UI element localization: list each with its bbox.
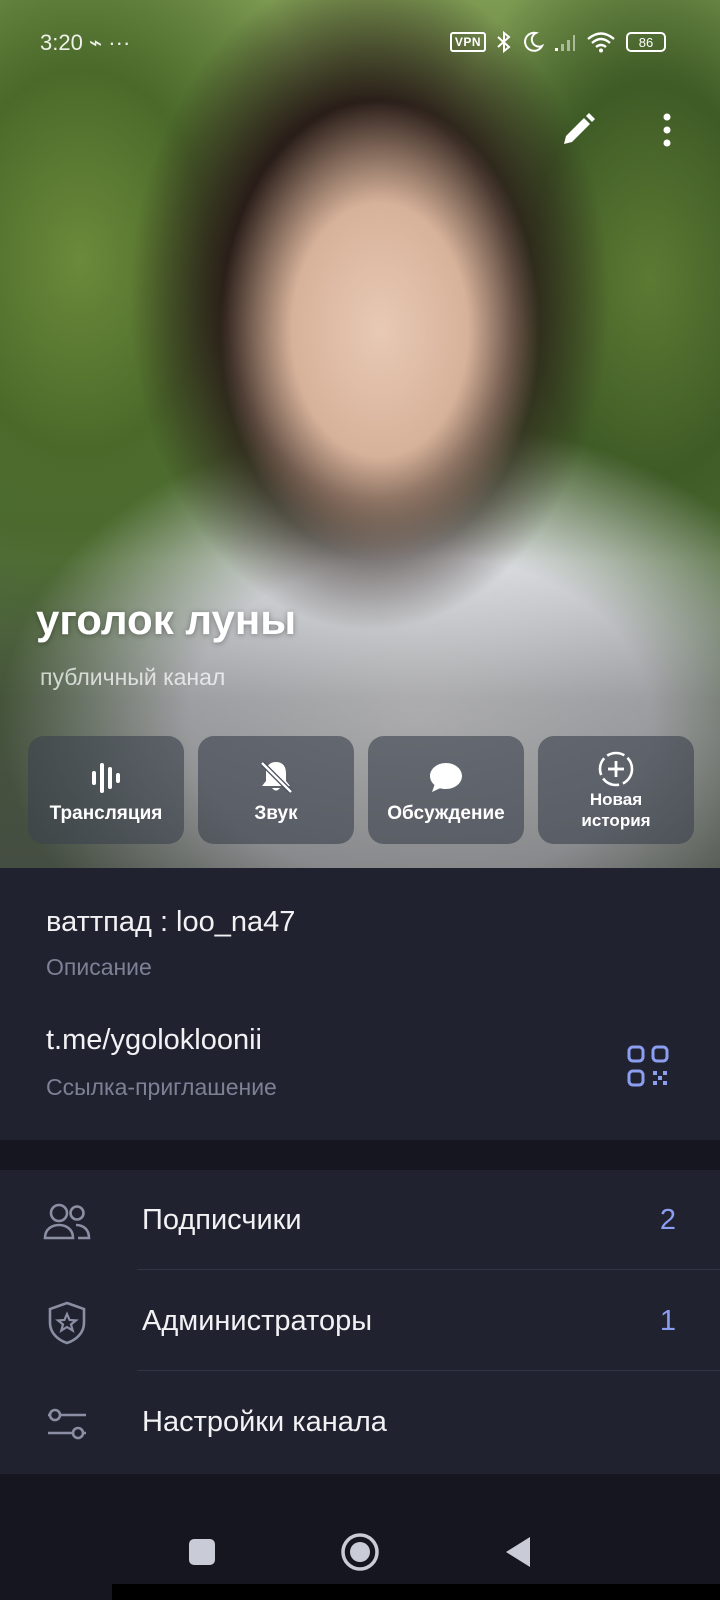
divider [137, 1370, 720, 1371]
moon-icon [524, 31, 544, 52]
subscribers-icon [43, 1203, 91, 1240]
pencil-icon [564, 113, 595, 144]
menu-item-subscribers[interactable]: Подписчики 2 [0, 1170, 720, 1270]
status-bar: 3:20 ⌁ ··· VPN 86 [0, 28, 720, 62]
wifi-icon [587, 32, 615, 53]
description-label: Описание [46, 954, 152, 980]
description-value[interactable]: ваттпад : loo_na47 [46, 906, 295, 939]
divider [137, 1269, 720, 1270]
home-button[interactable] [336, 1528, 384, 1576]
discussion-button[interactable]: Обсуждение [368, 736, 524, 844]
menu-item-channel-settings[interactable]: Настройки канала [0, 1372, 720, 1472]
add-story-icon [598, 751, 634, 787]
subscribers-count: 2 [659, 1204, 676, 1236]
new-story-button[interactable]: Новая история [538, 736, 694, 844]
recent-apps-button[interactable] [178, 1528, 226, 1576]
more-options-button[interactable] [652, 110, 682, 150]
admin-shield-icon [48, 1301, 86, 1345]
status-time: 3:20 ⌁ ··· [40, 30, 131, 55]
channel-type: публичный канал [40, 664, 226, 690]
signal-icon [555, 35, 575, 51]
channel-info: ваттпад : loo_na47 Описание t.me/ygolokl… [0, 868, 720, 1140]
status-icons: VPN 86 [449, 30, 666, 54]
live-stream-icon [92, 763, 120, 793]
mute-button[interactable]: Звук [198, 736, 354, 844]
menu-item-administrators[interactable]: Администраторы 1 [0, 1271, 720, 1371]
bluetooth-icon [497, 30, 511, 54]
more-vertical-icon [663, 113, 671, 147]
channel-title: уголок луны [36, 596, 297, 643]
section-gap [0, 1474, 720, 1504]
battery-indicator: 86 [626, 32, 666, 52]
live-stream-button[interactable]: Трансляция [28, 736, 184, 844]
new-story-label-line2: история [581, 811, 651, 830]
square-icon [189, 1539, 215, 1565]
administrators-count: 1 [659, 1305, 676, 1337]
mute-label: Звук [254, 803, 298, 824]
qr-code-icon [627, 1045, 669, 1087]
settings-sliders-icon [48, 1408, 86, 1440]
channel-actions: Трансляция Звук Обсуждение Новая история [28, 736, 694, 844]
back-button[interactable] [494, 1528, 542, 1576]
gesture-strip [112, 1584, 720, 1600]
section-gap [0, 1140, 720, 1170]
administrators-label: Администраторы [142, 1305, 373, 1337]
invite-link-value[interactable]: t.me/ygolokloonii [46, 1024, 262, 1057]
channel-menu: Подписчики 2 Администраторы 1 Настройки … [0, 1170, 720, 1474]
subscribers-label: Подписчики [142, 1204, 302, 1236]
back-triangle-icon [506, 1537, 530, 1567]
invite-link-label: Ссылка-приглашение [46, 1074, 277, 1100]
live-stream-label: Трансляция [49, 803, 163, 824]
new-story-label-line1: Новая [589, 790, 643, 809]
vpn-badge: VPN [449, 32, 486, 52]
circle-icon [341, 1533, 379, 1571]
qr-code-button[interactable] [626, 1044, 670, 1088]
channel-settings-label: Настройки канала [142, 1406, 387, 1438]
discussion-label: Обсуждение [387, 803, 505, 824]
chat-bubble-icon [430, 763, 462, 792]
edit-button[interactable] [558, 110, 598, 150]
bell-off-icon [260, 761, 293, 794]
